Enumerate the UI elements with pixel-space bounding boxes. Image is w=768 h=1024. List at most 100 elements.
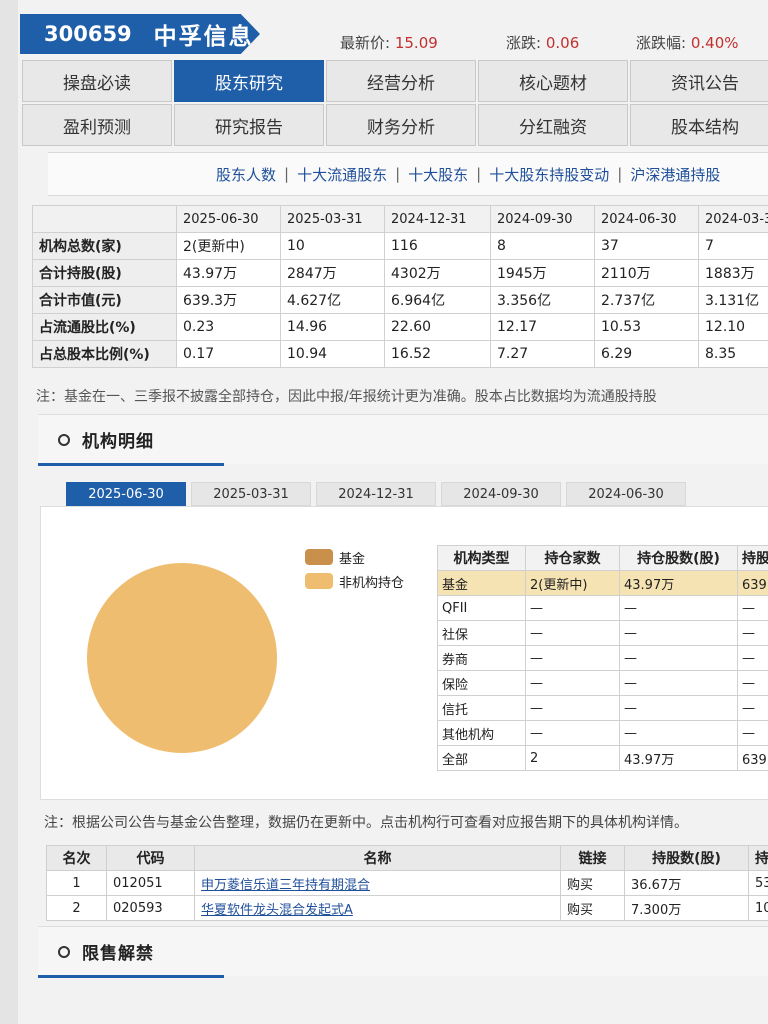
summary-date: 2025-03-31 <box>280 205 385 233</box>
summary-row: 占总股本比例(%) 0.17 10.94 16.52 7.27 6.29 8.3… <box>32 340 768 368</box>
legend-item-non-inst[interactable]: 非机构持仓 <box>305 569 404 593</box>
subnav-link-hk-connect[interactable]: 沪深港通持股 <box>630 164 720 185</box>
summary-date: 2024-09-30 <box>490 205 595 233</box>
summary-row-label: 占流通股比(%) <box>32 313 177 341</box>
inst-cell: 2 <box>525 745 620 771</box>
subnav-link-top10-change[interactable]: 十大股东持股变动 <box>489 164 609 185</box>
quote-change: 涨跌: 0.06 <box>506 32 579 53</box>
date-tab-0[interactable]: 2025-06-30 <box>66 482 186 506</box>
inst-row[interactable]: QFII — — — <box>437 595 768 621</box>
nav-tab-yingli[interactable]: 盈利预测 <box>22 104 172 146</box>
date-tab-1[interactable]: 2025-03-31 <box>191 482 311 506</box>
summary-cell: 43.97万 <box>176 259 281 287</box>
summary-cell: 16.52 <box>384 340 491 368</box>
fund-ranking-table: 名次 代码 名称 链接 持股数(股) 持股市值 1 012051 申万菱信乐道三… <box>46 845 768 921</box>
inst-cell: QFII <box>437 595 526 621</box>
nav-tab-caopan[interactable]: 操盘必读 <box>22 60 172 102</box>
section-institution-detail: 机构明细 <box>38 414 768 466</box>
change-label: 涨跌: <box>506 34 542 52</box>
institution-summary-table: 2025-06-30 2025-03-31 2024-12-31 2024-09… <box>32 205 768 368</box>
legend-swatch <box>305 573 333 589</box>
inst-cell: 639.3万 <box>737 745 768 771</box>
disclosure-note: 注：基金在一、三季报不披露全部持仓，因此中报/年报统计更为准确。股本占比数据均为… <box>36 389 657 405</box>
nav-row-2: 盈利预测 研究报告 财务分析 分红融资 股本结构 <box>22 104 768 146</box>
summary-cell: 6.29 <box>594 340 699 368</box>
summary-row: 占流通股比(%) 0.23 14.96 22.60 12.17 10.53 12… <box>32 313 768 341</box>
summary-date: 2024-12-31 <box>384 205 491 233</box>
summary-cell: 6.964亿 <box>384 286 491 314</box>
subnav-link-top10[interactable]: 十大股东 <box>408 164 468 185</box>
section-title: 机构明细 <box>82 432 154 452</box>
nav-tab-caiwu[interactable]: 财务分析 <box>326 104 476 146</box>
date-tab-3[interactable]: 2024-09-30 <box>441 482 561 506</box>
summary-cell: 2110万 <box>594 259 699 287</box>
rank-header: 持股数(股) <box>624 845 749 871</box>
subnav-link-top10-float[interactable]: 十大流通股东 <box>297 164 387 185</box>
stock-header: 300659 中孚信息 最新价: 15.09 涨跌: 0.06 涨跌幅: 0.4… <box>18 10 768 56</box>
quote-price: 最新价: 15.09 <box>340 32 438 53</box>
buy-link[interactable]: 购买 <box>560 870 625 896</box>
summary-cell: 4302万 <box>384 259 491 287</box>
inst-cell: — <box>737 595 768 621</box>
nav-tab-zixun[interactable]: 资讯公告 <box>630 60 768 102</box>
inst-cell: 保险 <box>437 670 526 696</box>
nav-tab-jingying[interactable]: 经营分析 <box>326 60 476 102</box>
summary-cell: 2(更新中) <box>176 232 281 260</box>
inst-row-total[interactable]: 全部 2 43.97万 639.3万 <box>437 745 768 771</box>
inst-header: 机构类型 <box>437 545 526 571</box>
summary-row-label: 机构总数(家) <box>32 232 177 260</box>
summary-cell: 639.3万 <box>176 286 281 314</box>
inst-row[interactable]: 其他机构 — — — <box>437 720 768 746</box>
nav-tab-gudong[interactable]: 股东研究 <box>174 60 324 102</box>
inst-row[interactable]: 社保 — — — <box>437 620 768 646</box>
legend-item-fund[interactable]: 基金 <box>305 545 404 569</box>
nav-row-1: 操盘必读 股东研究 经营分析 核心题材 资讯公告 <box>22 60 768 102</box>
summary-cell: 116 <box>384 232 491 260</box>
inst-cell: — <box>525 645 620 671</box>
stock-name: 中孚信息 <box>153 24 254 50</box>
inst-cell: — <box>737 670 768 696</box>
section-title: 限售解禁 <box>82 944 154 964</box>
inst-cell: 43.97万 <box>619 745 738 771</box>
pct-label: 涨跌幅: <box>636 34 687 52</box>
summary-cell: 14.96 <box>280 313 385 341</box>
inst-row[interactable]: 保险 — — — <box>437 670 768 696</box>
subnav-separator: | <box>476 165 482 183</box>
summary-cell: 7 <box>698 232 768 260</box>
inst-cell: — <box>525 620 620 646</box>
table-row: 1 012051 申万菱信乐道三年持有期混合 购买 36.67万 53 <box>46 870 768 896</box>
circle-icon <box>58 945 70 958</box>
pie-legend: 基金 非机构持仓 <box>305 545 404 593</box>
date-tab-2[interactable]: 2024-12-31 <box>316 482 436 506</box>
date-tab-4[interactable]: 2024-06-30 <box>566 482 686 506</box>
table-row: 2 020593 华夏软件龙头混合发起式A 购买 7.300万 10 <box>46 895 768 921</box>
buy-link[interactable]: 购买 <box>560 895 625 921</box>
inst-row-fund[interactable]: 基金 2(更新中) 43.97万 639.3万 <box>437 570 768 596</box>
inst-cell: 信托 <box>437 695 526 721</box>
inst-cell: — <box>619 670 738 696</box>
legend-label: 非机构持仓 <box>339 575 405 591</box>
summary-cell: 3.356亿 <box>490 286 595 314</box>
rank-header-row: 名次 代码 名称 链接 持股数(股) 持股市值 <box>46 845 768 871</box>
fund-name-link[interactable]: 申万菱信乐道三年持有期混合 <box>194 870 561 896</box>
pie-chart <box>87 563 277 753</box>
summary-cell: 2.737亿 <box>594 286 699 314</box>
inst-row[interactable]: 信托 — — — <box>437 695 768 721</box>
summary-cell: 10.53 <box>594 313 699 341</box>
inst-header: 持股市值 <box>737 545 768 571</box>
subnav-link-holders[interactable]: 股东人数 <box>216 164 276 185</box>
inst-cell: 全部 <box>437 745 526 771</box>
nav-tab-guben[interactable]: 股本结构 <box>630 104 768 146</box>
pct-value: 0.40% <box>690 34 739 52</box>
inst-row[interactable]: 券商 — — — <box>437 645 768 671</box>
nav-tab-fenhong[interactable]: 分红融资 <box>478 104 628 146</box>
nav-tab-yanjiu[interactable]: 研究报告 <box>174 104 324 146</box>
inst-cell: — <box>619 595 738 621</box>
nav-tab-hexin[interactable]: 核心题材 <box>478 60 628 102</box>
inst-cell: — <box>737 695 768 721</box>
rank-header: 链接 <box>560 845 625 871</box>
fund-name-link[interactable]: 华夏软件龙头混合发起式A <box>194 895 561 921</box>
change-value: 0.06 <box>545 34 580 52</box>
summary-cell: 1945万 <box>490 259 595 287</box>
section-restricted-release: 限售解禁 <box>38 926 768 978</box>
